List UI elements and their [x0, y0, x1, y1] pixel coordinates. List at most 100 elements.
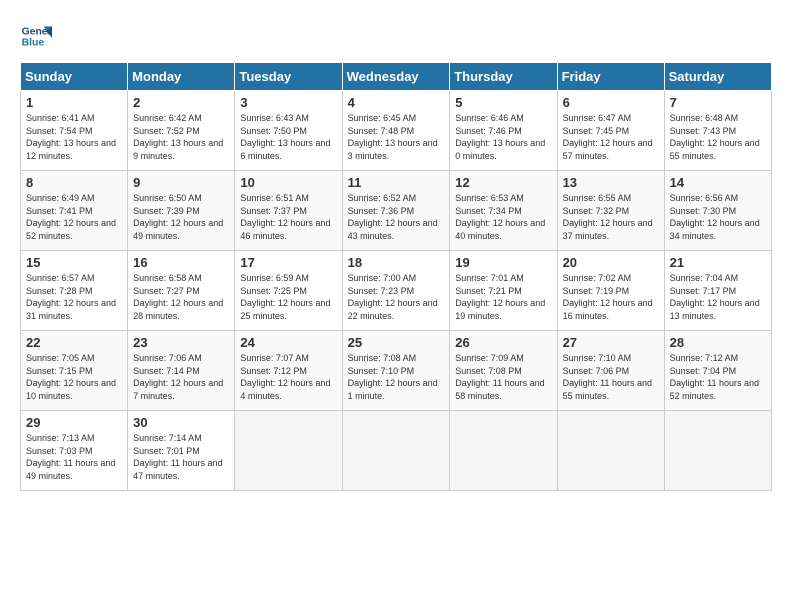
calendar-cell: 4 Sunrise: 6:45 AMSunset: 7:48 PMDayligh… [342, 91, 450, 171]
day-number: 6 [563, 95, 659, 110]
weekday-header-wednesday: Wednesday [342, 63, 450, 91]
day-info: Sunrise: 6:42 AMSunset: 7:52 PMDaylight:… [133, 113, 223, 161]
weekday-header-monday: Monday [128, 63, 235, 91]
day-info: Sunrise: 6:56 AMSunset: 7:30 PMDaylight:… [670, 193, 760, 241]
day-number: 12 [455, 175, 551, 190]
calendar-cell [342, 411, 450, 491]
calendar-cell: 26 Sunrise: 7:09 AMSunset: 7:08 PMDaylig… [450, 331, 557, 411]
day-info: Sunrise: 7:09 AMSunset: 7:08 PMDaylight:… [455, 353, 544, 401]
calendar-header-row: SundayMondayTuesdayWednesdayThursdayFrid… [21, 63, 772, 91]
day-number: 13 [563, 175, 659, 190]
day-number: 2 [133, 95, 229, 110]
calendar-cell: 21 Sunrise: 7:04 AMSunset: 7:17 PMDaylig… [664, 251, 771, 331]
day-number: 27 [563, 335, 659, 350]
day-info: Sunrise: 6:41 AMSunset: 7:54 PMDaylight:… [26, 113, 116, 161]
day-info: Sunrise: 7:14 AMSunset: 7:01 PMDaylight:… [133, 433, 222, 481]
day-info: Sunrise: 7:08 AMSunset: 7:10 PMDaylight:… [348, 353, 438, 401]
day-info: Sunrise: 6:53 AMSunset: 7:34 PMDaylight:… [455, 193, 545, 241]
day-info: Sunrise: 6:47 AMSunset: 7:45 PMDaylight:… [563, 113, 653, 161]
weekday-header-sunday: Sunday [21, 63, 128, 91]
day-number: 29 [26, 415, 122, 430]
day-number: 10 [240, 175, 336, 190]
day-number: 18 [348, 255, 445, 270]
page-header: General Blue [20, 20, 772, 52]
day-number: 22 [26, 335, 122, 350]
day-number: 3 [240, 95, 336, 110]
calendar-cell: 10 Sunrise: 6:51 AMSunset: 7:37 PMDaylig… [235, 171, 342, 251]
day-info: Sunrise: 7:01 AMSunset: 7:21 PMDaylight:… [455, 273, 545, 321]
day-info: Sunrise: 7:10 AMSunset: 7:06 PMDaylight:… [563, 353, 652, 401]
calendar-week-3: 15 Sunrise: 6:57 AMSunset: 7:28 PMDaylig… [21, 251, 772, 331]
day-info: Sunrise: 6:59 AMSunset: 7:25 PMDaylight:… [240, 273, 330, 321]
day-number: 17 [240, 255, 336, 270]
day-number: 25 [348, 335, 445, 350]
logo: General Blue [20, 20, 52, 52]
calendar-cell: 27 Sunrise: 7:10 AMSunset: 7:06 PMDaylig… [557, 331, 664, 411]
calendar-cell: 1 Sunrise: 6:41 AMSunset: 7:54 PMDayligh… [21, 91, 128, 171]
day-info: Sunrise: 6:50 AMSunset: 7:39 PMDaylight:… [133, 193, 223, 241]
day-info: Sunrise: 7:04 AMSunset: 7:17 PMDaylight:… [670, 273, 760, 321]
calendar-cell: 25 Sunrise: 7:08 AMSunset: 7:10 PMDaylig… [342, 331, 450, 411]
calendar-cell: 24 Sunrise: 7:07 AMSunset: 7:12 PMDaylig… [235, 331, 342, 411]
day-number: 7 [670, 95, 766, 110]
calendar-cell [664, 411, 771, 491]
calendar-cell: 20 Sunrise: 7:02 AMSunset: 7:19 PMDaylig… [557, 251, 664, 331]
day-info: Sunrise: 6:57 AMSunset: 7:28 PMDaylight:… [26, 273, 116, 321]
day-number: 21 [670, 255, 766, 270]
calendar-cell: 12 Sunrise: 6:53 AMSunset: 7:34 PMDaylig… [450, 171, 557, 251]
day-number: 1 [26, 95, 122, 110]
day-number: 19 [455, 255, 551, 270]
calendar-cell [557, 411, 664, 491]
calendar-cell: 14 Sunrise: 6:56 AMSunset: 7:30 PMDaylig… [664, 171, 771, 251]
calendar-cell: 17 Sunrise: 6:59 AMSunset: 7:25 PMDaylig… [235, 251, 342, 331]
day-info: Sunrise: 6:45 AMSunset: 7:48 PMDaylight:… [348, 113, 438, 161]
day-number: 14 [670, 175, 766, 190]
calendar-cell: 9 Sunrise: 6:50 AMSunset: 7:39 PMDayligh… [128, 171, 235, 251]
day-info: Sunrise: 6:55 AMSunset: 7:32 PMDaylight:… [563, 193, 653, 241]
day-info: Sunrise: 6:52 AMSunset: 7:36 PMDaylight:… [348, 193, 438, 241]
calendar-cell: 5 Sunrise: 6:46 AMSunset: 7:46 PMDayligh… [450, 91, 557, 171]
day-number: 5 [455, 95, 551, 110]
calendar-cell: 7 Sunrise: 6:48 AMSunset: 7:43 PMDayligh… [664, 91, 771, 171]
calendar-week-4: 22 Sunrise: 7:05 AMSunset: 7:15 PMDaylig… [21, 331, 772, 411]
day-number: 16 [133, 255, 229, 270]
calendar-cell: 18 Sunrise: 7:00 AMSunset: 7:23 PMDaylig… [342, 251, 450, 331]
day-number: 8 [26, 175, 122, 190]
day-number: 4 [348, 95, 445, 110]
day-number: 23 [133, 335, 229, 350]
calendar-week-5: 29 Sunrise: 7:13 AMSunset: 7:03 PMDaylig… [21, 411, 772, 491]
calendar-cell: 8 Sunrise: 6:49 AMSunset: 7:41 PMDayligh… [21, 171, 128, 251]
day-info: Sunrise: 7:00 AMSunset: 7:23 PMDaylight:… [348, 273, 438, 321]
day-number: 28 [670, 335, 766, 350]
weekday-header-tuesday: Tuesday [235, 63, 342, 91]
day-info: Sunrise: 7:12 AMSunset: 7:04 PMDaylight:… [670, 353, 759, 401]
day-number: 30 [133, 415, 229, 430]
day-info: Sunrise: 6:43 AMSunset: 7:50 PMDaylight:… [240, 113, 330, 161]
day-number: 20 [563, 255, 659, 270]
svg-text:Blue: Blue [22, 38, 45, 49]
calendar-week-1: 1 Sunrise: 6:41 AMSunset: 7:54 PMDayligh… [21, 91, 772, 171]
day-info: Sunrise: 7:13 AMSunset: 7:03 PMDaylight:… [26, 433, 115, 481]
day-info: Sunrise: 7:02 AMSunset: 7:19 PMDaylight:… [563, 273, 653, 321]
calendar-cell [235, 411, 342, 491]
calendar-cell: 29 Sunrise: 7:13 AMSunset: 7:03 PMDaylig… [21, 411, 128, 491]
calendar-week-2: 8 Sunrise: 6:49 AMSunset: 7:41 PMDayligh… [21, 171, 772, 251]
calendar-cell: 28 Sunrise: 7:12 AMSunset: 7:04 PMDaylig… [664, 331, 771, 411]
day-info: Sunrise: 6:58 AMSunset: 7:27 PMDaylight:… [133, 273, 223, 321]
calendar-cell [450, 411, 557, 491]
calendar-cell: 3 Sunrise: 6:43 AMSunset: 7:50 PMDayligh… [235, 91, 342, 171]
calendar-cell: 11 Sunrise: 6:52 AMSunset: 7:36 PMDaylig… [342, 171, 450, 251]
day-info: Sunrise: 6:48 AMSunset: 7:43 PMDaylight:… [670, 113, 760, 161]
day-number: 24 [240, 335, 336, 350]
calendar-cell: 16 Sunrise: 6:58 AMSunset: 7:27 PMDaylig… [128, 251, 235, 331]
weekday-header-thursday: Thursday [450, 63, 557, 91]
day-info: Sunrise: 7:07 AMSunset: 7:12 PMDaylight:… [240, 353, 330, 401]
day-number: 26 [455, 335, 551, 350]
day-number: 9 [133, 175, 229, 190]
calendar-table: SundayMondayTuesdayWednesdayThursdayFrid… [20, 62, 772, 491]
calendar-cell: 19 Sunrise: 7:01 AMSunset: 7:21 PMDaylig… [450, 251, 557, 331]
day-info: Sunrise: 7:06 AMSunset: 7:14 PMDaylight:… [133, 353, 223, 401]
day-info: Sunrise: 6:49 AMSunset: 7:41 PMDaylight:… [26, 193, 116, 241]
calendar-cell: 6 Sunrise: 6:47 AMSunset: 7:45 PMDayligh… [557, 91, 664, 171]
calendar-cell: 30 Sunrise: 7:14 AMSunset: 7:01 PMDaylig… [128, 411, 235, 491]
